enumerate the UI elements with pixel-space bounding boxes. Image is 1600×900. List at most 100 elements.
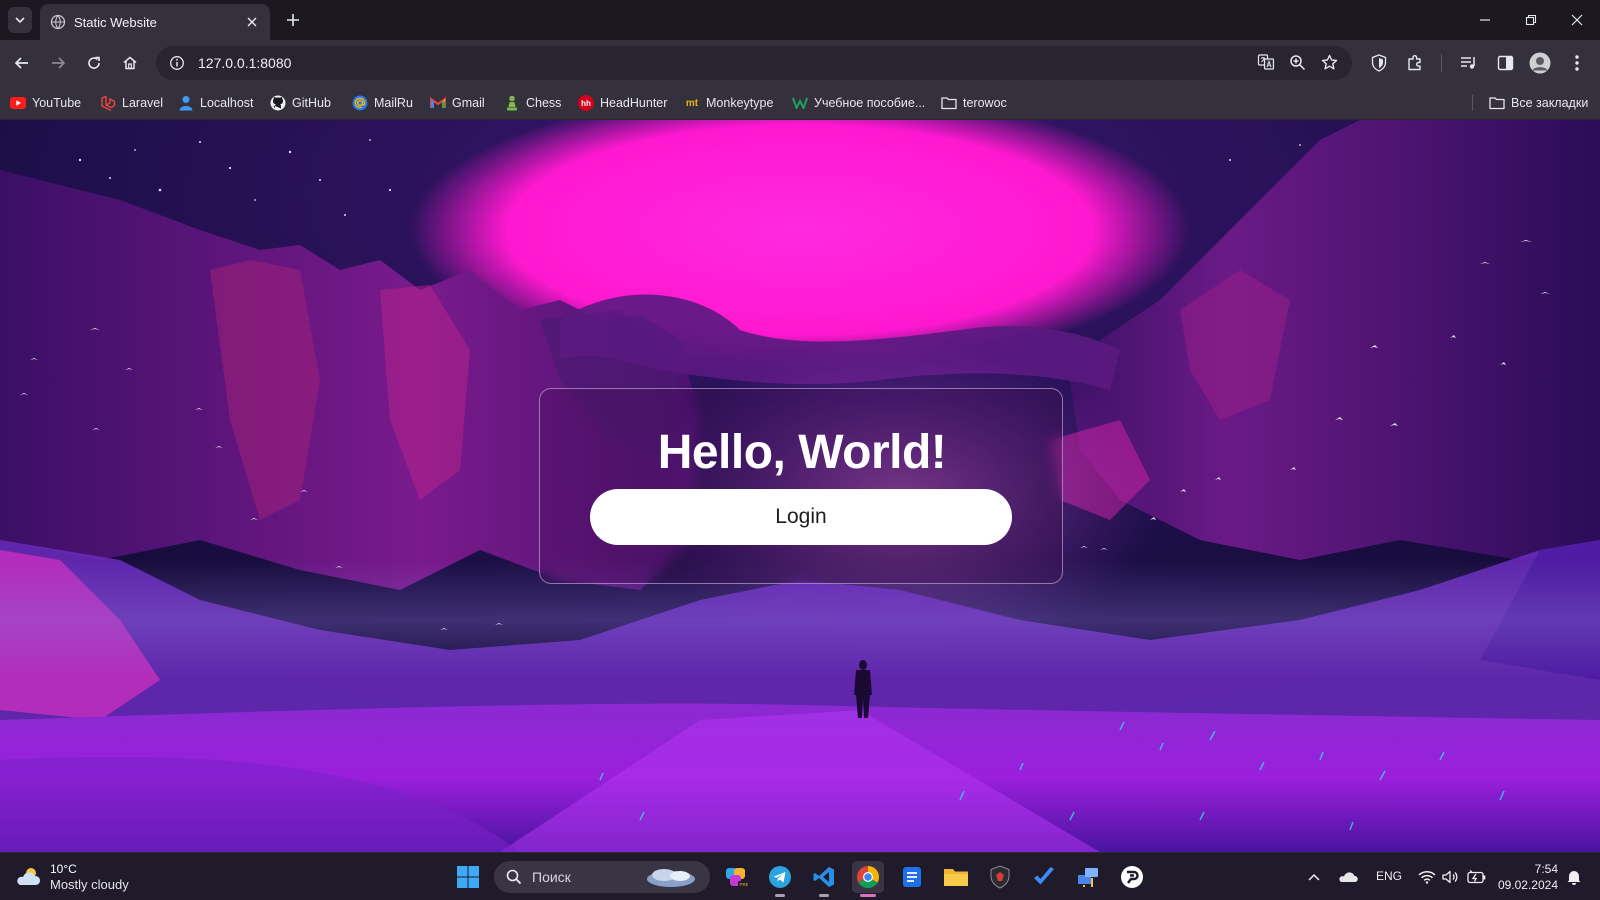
bookmark-monkeytype[interactable]: mt Monkeytype (684, 93, 774, 113)
extensions-icon[interactable] (1403, 50, 1427, 76)
monkeytype-icon: mt (685, 97, 699, 109)
vscode-icon (813, 867, 834, 887)
taskbar-network-tool[interactable] (1072, 861, 1104, 893)
plus-icon (287, 14, 299, 26)
taskbar-vscode[interactable] (808, 861, 840, 897)
taskbar-security-app[interactable] (984, 861, 1016, 893)
running-indicator (819, 894, 829, 897)
search-highlight-icon (647, 869, 695, 887)
reload-button[interactable] (80, 49, 108, 77)
search-placeholder: Поиск (532, 869, 571, 885)
onedrive-icon[interactable] (1338, 867, 1358, 887)
bookmark-youtube[interactable]: YouTube (10, 93, 81, 113)
bookmark-folder-terowoc[interactable]: terowoc (941, 93, 1007, 113)
cloud-sun-icon (17, 868, 41, 885)
folder-icon (1489, 95, 1505, 111)
address-bar[interactable]: 127.0.0.1:8080 (156, 46, 1352, 80)
clock-time: 7:54 (1534, 862, 1558, 876)
weather-widget[interactable]: 10°C Mostly cloudy (14, 859, 129, 895)
active-indicator (860, 894, 876, 897)
minimize-button[interactable] (1462, 0, 1508, 40)
bookmark-github[interactable]: GitHub (270, 93, 331, 113)
bookmark-star-icon[interactable] (1317, 50, 1341, 74)
site-info-icon[interactable] (166, 52, 188, 74)
bookmark-textbook[interactable]: Учебное пособие... (792, 93, 925, 113)
taskbar-search[interactable]: Поиск (494, 861, 710, 893)
bookmark-label: Localhost (200, 96, 254, 110)
translate-icon[interactable] (1254, 50, 1278, 74)
copilot-icon: PRE (726, 868, 748, 887)
chevron-down-icon (15, 17, 25, 24)
taskbar-notes[interactable] (896, 861, 928, 893)
side-panel-icon[interactable] (1493, 50, 1517, 76)
all-bookmarks-button[interactable]: Все закладки (1489, 93, 1588, 113)
search-icon (506, 869, 522, 885)
battery-icon[interactable] (1466, 867, 1486, 887)
bookmark-label: Учебное пособие... (814, 96, 926, 110)
chevron-up-icon (1308, 873, 1320, 881)
bookmark-localhost[interactable]: Localhost (178, 93, 254, 113)
notifications-bell-icon[interactable] (1566, 867, 1582, 887)
profile-avatar[interactable] (1528, 50, 1552, 76)
arrow-right-icon (52, 57, 66, 69)
weather-condition: Mostly cloudy (50, 877, 129, 892)
telegram-icon (769, 866, 791, 888)
bookmark-label: terowoc (963, 96, 1007, 110)
taskbar-telegram[interactable] (764, 861, 796, 897)
bookmark-label: MailRu (374, 96, 413, 110)
bookmark-laravel[interactable]: Laravel (100, 93, 163, 113)
bookmark-label: HeadHunter (600, 96, 668, 110)
weather-temp: 10°C (50, 862, 77, 876)
shield-icon[interactable] (1367, 50, 1391, 76)
close-tab-icon[interactable] (244, 14, 260, 30)
menu-kebab-icon[interactable] (1565, 50, 1589, 76)
checkmark-icon (1034, 867, 1054, 885)
tab-static-website[interactable]: Static Website (40, 4, 270, 40)
bookmark-label: Gmail (452, 96, 485, 110)
clock-date: 09.02.2024 (1497, 878, 1558, 892)
bookmarks-divider (1472, 95, 1473, 111)
show-hidden-icons[interactable] (1306, 867, 1322, 887)
tab-strip: Static Website (0, 0, 1600, 40)
restore-button[interactable] (1508, 0, 1554, 40)
back-button[interactable] (8, 49, 36, 77)
taskbar-app-circle[interactable] (1116, 861, 1148, 893)
all-bookmarks-label: Все закладки (1511, 96, 1589, 110)
taskbar-chrome[interactable] (852, 861, 884, 897)
windows-start-icon[interactable] (456, 865, 480, 889)
bookmark-gmail[interactable]: Gmail (430, 93, 485, 113)
running-indicator (775, 894, 785, 897)
tab-search-button[interactable] (8, 7, 32, 33)
volume-icon[interactable] (1442, 867, 1460, 887)
new-tab-button[interactable] (282, 9, 304, 31)
bookmark-label: GitHub (292, 96, 331, 110)
bookmark-label: Monkeytype (706, 96, 774, 110)
close-window-button[interactable] (1554, 0, 1600, 40)
headhunter-icon: hh (578, 95, 594, 111)
system-clock[interactable]: 7:54 09.02.2024 (1496, 861, 1558, 893)
bookmark-mailru[interactable]: MailRu (352, 93, 413, 113)
zoom-icon[interactable] (1285, 50, 1309, 74)
taskbar-todo[interactable] (1028, 861, 1060, 893)
circle-app-icon (1121, 866, 1143, 888)
media-control-icon[interactable] (1457, 50, 1481, 76)
bookmark-chess[interactable]: Chess (504, 93, 561, 113)
network-app-icon (1078, 868, 1098, 887)
restore-icon (1525, 14, 1537, 26)
tab-title: Static Website (74, 14, 157, 30)
chess-pawn-icon (504, 95, 520, 111)
login-button[interactable]: Login (590, 489, 1012, 545)
home-button[interactable] (116, 49, 144, 77)
youtube-icon (10, 95, 26, 111)
reload-icon (88, 56, 100, 69)
wifi-icon[interactable] (1418, 867, 1436, 887)
input-language[interactable]: ENG (1376, 869, 1402, 883)
taskbar-file-explorer[interactable] (940, 861, 972, 893)
taskbar-copilot[interactable]: PRE (720, 861, 752, 893)
github-icon (270, 95, 286, 111)
login-card: Hello, World! Login (539, 388, 1063, 584)
forward-button[interactable] (44, 49, 72, 77)
bookmark-headhunter[interactable]: hh HeadHunter (578, 93, 667, 113)
close-icon (1571, 14, 1583, 26)
toolbar-divider (1441, 54, 1442, 72)
